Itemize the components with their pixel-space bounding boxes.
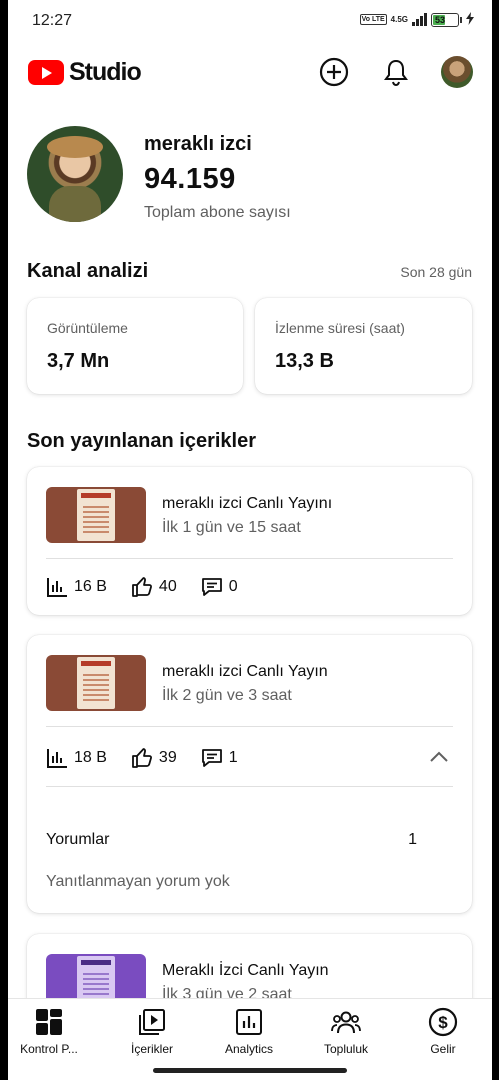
video-metrics: 16 B 40 0: [46, 577, 262, 597]
video-age: İlk 3 gün ve 2 saat: [162, 986, 292, 998]
video-card[interactable]: meraklı izci Canlı Yayın İlk 2 gün ve 3 …: [27, 635, 472, 913]
video-metrics: 18 B 39 1: [46, 748, 262, 768]
nav-label: Analytics: [224, 1042, 274, 1056]
comment-icon: [201, 578, 222, 596]
thumbs-up-icon: [132, 748, 152, 768]
nav-earn[interactable]: $ Gelir: [395, 1007, 491, 1056]
status-time: 12:27: [32, 12, 73, 29]
watch-time-stat-card[interactable]: İzlenme süresi (saat) 13,3 B: [255, 298, 472, 394]
bell-icon: [384, 59, 408, 86]
account-avatar[interactable]: [441, 56, 473, 88]
views-stat-card[interactable]: Görüntüleme 3,7 Mn: [27, 298, 243, 394]
video-thumbnail[interactable]: [46, 655, 146, 711]
comments-section-title: Yorumlar: [46, 831, 110, 848]
signal-icon: [412, 13, 427, 26]
comments-value: 1: [228, 749, 238, 766]
svg-text:$: $: [438, 1013, 448, 1032]
channel-name: meraklı izci: [144, 133, 252, 155]
network-type: 4.5G: [390, 15, 408, 24]
chevron-up-icon: [430, 751, 448, 762]
video-card[interactable]: Meraklı İzci Canlı Yayın İlk 3 gün ve 2 …: [27, 934, 472, 998]
views-metric: 16 B: [46, 577, 107, 597]
community-icon: [331, 1007, 361, 1037]
volte-icon: Vo LTE: [359, 14, 387, 25]
video-title: meraklı izci Canlı Yayın: [162, 663, 328, 680]
dollar-circle-icon: $: [428, 1007, 458, 1037]
youtube-studio-logo[interactable]: Studio: [28, 58, 142, 87]
bar-chart-icon: [47, 749, 67, 768]
recent-content-title: Son yayınlanan içerikler: [27, 430, 256, 452]
likes-metric: 40: [131, 577, 177, 597]
analytics-period: Son 28 gün: [400, 264, 472, 280]
video-thumbnail[interactable]: [46, 954, 146, 998]
stat-value: 13,3 B: [275, 350, 334, 372]
battery-icon: 53: [431, 12, 462, 27]
likes-value: 39: [158, 749, 177, 766]
logo-text: Studio: [69, 58, 142, 86]
status-icons: Vo LTE 4.5G 53: [359, 12, 474, 27]
divider: [46, 558, 453, 559]
divider: [46, 726, 453, 727]
comments-section-count: 1: [408, 831, 417, 848]
stat-label: İzlenme süresi (saat): [275, 320, 405, 336]
nav-label: Kontrol P...: [20, 1042, 78, 1056]
youtube-logo-icon: [28, 60, 64, 85]
nav-analytics[interactable]: Analytics: [201, 1007, 297, 1056]
nav-label: Topluluk: [323, 1042, 369, 1056]
nav-label: İçerikler: [130, 1042, 173, 1056]
video-age: İlk 2 gün ve 3 saat: [162, 687, 292, 704]
video-card[interactable]: meraklı izci Canlı Yayını İlk 1 gün ve 1…: [27, 467, 472, 615]
plus-circle-icon: [319, 57, 349, 87]
comment-icon: [201, 749, 222, 767]
nav-content[interactable]: İçerikler: [104, 1007, 200, 1056]
likes-value: 40: [158, 578, 177, 595]
battery-level: 53: [433, 14, 446, 25]
subscriber-count: 94.159: [144, 163, 236, 195]
channel-avatar[interactable]: [27, 126, 123, 222]
studio-screen: 12:27 Vo LTE 4.5G 53 Studio meraklı izci…: [8, 0, 492, 1080]
collapse-button[interactable]: [428, 749, 450, 770]
comments-value: 0: [228, 578, 238, 595]
stat-label: Görüntüleme: [47, 320, 128, 336]
subscriber-label: Toplam abone sayısı: [144, 204, 291, 221]
create-button[interactable]: [318, 56, 350, 88]
thumbs-up-icon: [132, 577, 152, 597]
charging-icon: [466, 12, 474, 27]
divider: [46, 786, 453, 787]
analytics-icon: [234, 1007, 264, 1037]
notifications-button[interactable]: [380, 56, 412, 88]
no-unreplied-comments: Yanıtlanmayan yorum yok: [46, 873, 230, 890]
comments-metric: 1: [201, 748, 238, 768]
comments-metric: 0: [201, 577, 238, 597]
video-age: İlk 1 gün ve 15 saat: [162, 519, 301, 536]
bottom-navigation: Kontrol P... İçerikler Analytics Toplulu…: [8, 998, 492, 1080]
nav-label: Gelir: [430, 1042, 456, 1056]
nav-community[interactable]: Topluluk: [298, 1007, 394, 1056]
nav-dashboard[interactable]: Kontrol P...: [8, 1007, 97, 1056]
dashboard-icon: [34, 1007, 64, 1037]
video-title: Meraklı İzci Canlı Yayın: [162, 962, 329, 979]
dashboard-content: meraklı izci 94.159 Toplam abone sayısı …: [8, 100, 492, 998]
app-header: Studio: [8, 44, 492, 100]
views-value: 16 B: [74, 578, 107, 595]
likes-metric: 39: [131, 748, 177, 768]
stat-value: 3,7 Mn: [47, 350, 110, 372]
analytics-title: Kanal analizi: [27, 260, 149, 282]
video-thumbnail[interactable]: [46, 487, 146, 543]
status-bar: 12:27 Vo LTE 4.5G 53: [8, 0, 492, 44]
bar-chart-icon: [47, 578, 67, 597]
views-value: 18 B: [74, 749, 107, 766]
views-metric: 18 B: [46, 748, 107, 768]
home-indicator[interactable]: [153, 1068, 347, 1073]
content-icon: [137, 1007, 167, 1037]
video-title: meraklı izci Canlı Yayını: [162, 495, 333, 512]
